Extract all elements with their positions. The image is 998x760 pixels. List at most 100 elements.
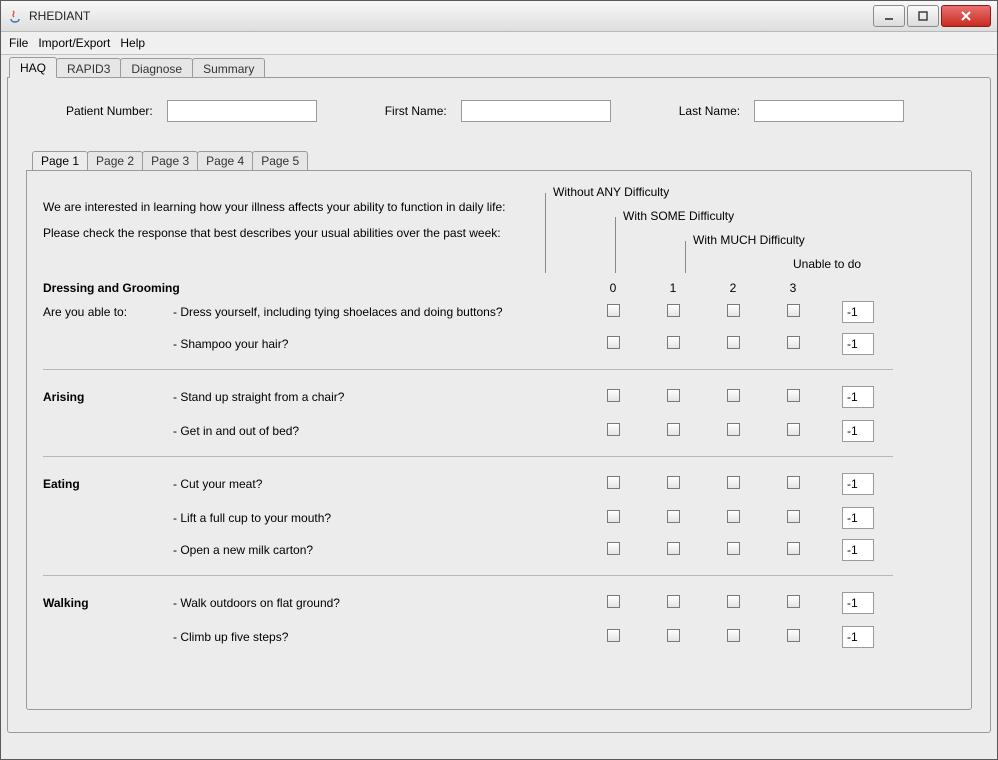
walking-q2-cb1[interactable] (667, 629, 680, 642)
walking-q2-cb2[interactable] (727, 629, 740, 642)
dressing-q1-cb0[interactable] (607, 304, 620, 317)
walking-q1-cb2[interactable] (727, 595, 740, 608)
intro-line-2: Please check the response that best desc… (43, 226, 575, 240)
patient-number-input[interactable] (167, 100, 317, 122)
client-area: HAQ RAPID3 Diagnose Summary Patient Numb… (7, 55, 991, 753)
arising-q1: - Stand up straight from a chair? (173, 390, 583, 404)
eating-q2: - Lift a full cup to your mouth? (173, 511, 583, 525)
col-header-0: 0 (583, 281, 643, 295)
menu-file[interactable]: File (9, 36, 28, 50)
eating-q1: - Cut your meat? (173, 477, 583, 491)
page-1-pane: We are interested in learning how your i… (26, 170, 972, 710)
eating-q3-cb0[interactable] (607, 542, 620, 555)
java-icon (7, 8, 23, 24)
tab-summary[interactable]: Summary (192, 58, 265, 78)
window-title: RHEDIANT (29, 9, 871, 23)
last-name-label: Last Name: (679, 104, 740, 118)
arising-q1-cb3[interactable] (787, 389, 800, 402)
maximize-button[interactable] (907, 5, 939, 27)
eating-q2-cb2[interactable] (727, 510, 740, 523)
dressing-q2-cb0[interactable] (607, 336, 620, 349)
eating-q3: - Open a new milk carton? (173, 543, 583, 557)
close-button[interactable] (941, 5, 991, 27)
tab-page-1[interactable]: Page 1 (32, 151, 88, 171)
difficulty-header: Without ANY Difficulty With SOME Difficu… (583, 185, 893, 265)
tab-page-4[interactable]: Page 4 (197, 151, 253, 171)
patient-row: Patient Number: First Name: Last Name: (26, 90, 972, 132)
menubar: File Import/Export Help (1, 32, 997, 55)
diff-with-some: With SOME Difficulty (623, 209, 734, 223)
minimize-button[interactable] (873, 5, 905, 27)
tab-page-5[interactable]: Page 5 (252, 151, 308, 171)
eating-q1-cb1[interactable] (667, 476, 680, 489)
window-controls (871, 5, 991, 27)
section-dressing-title: Dressing and Grooming (43, 281, 583, 295)
dressing-q2-cb2[interactable] (727, 336, 740, 349)
col-header-1: 1 (643, 281, 703, 295)
dressing-q2-cb1[interactable] (667, 336, 680, 349)
dressing-q1-cb2[interactable] (727, 304, 740, 317)
walking-q1-cb1[interactable] (667, 595, 680, 608)
col-header-2: 2 (703, 281, 763, 295)
diff-unable: Unable to do (793, 257, 861, 271)
arising-q1-cb0[interactable] (607, 389, 620, 402)
dressing-q1-cb3[interactable] (787, 304, 800, 317)
eating-q2-cb1[interactable] (667, 510, 680, 523)
diff-with-much: With MUCH Difficulty (693, 233, 805, 247)
dressing-q1-score[interactable]: -1 (842, 301, 874, 323)
dressing-q1: - Dress yourself, including tying shoela… (173, 305, 583, 319)
tab-page-2[interactable]: Page 2 (87, 151, 143, 171)
dressing-q2: - Shampoo your hair? (173, 337, 583, 351)
walking-q1-cb3[interactable] (787, 595, 800, 608)
arising-q2-cb1[interactable] (667, 423, 680, 436)
main-tabpane: Patient Number: First Name: Last Name: P… (7, 77, 991, 733)
arising-q1-cb1[interactable] (667, 389, 680, 402)
first-name-input[interactable] (461, 100, 611, 122)
menu-help[interactable]: Help (120, 36, 145, 50)
eating-q2-cb0[interactable] (607, 510, 620, 523)
walking-q2-cb3[interactable] (787, 629, 800, 642)
arising-q2-score[interactable]: -1 (842, 420, 874, 442)
dressing-q1-cb1[interactable] (667, 304, 680, 317)
eating-q1-cb2[interactable] (727, 476, 740, 489)
menu-import-export[interactable]: Import/Export (38, 36, 110, 50)
arising-q2-cb2[interactable] (727, 423, 740, 436)
tab-haq[interactable]: HAQ (9, 57, 57, 78)
tab-diagnose[interactable]: Diagnose (120, 58, 193, 78)
tab-page-3[interactable]: Page 3 (142, 151, 198, 171)
last-name-input[interactable] (754, 100, 904, 122)
page-tabstrip: Page 1 Page 2 Page 3 Page 4 Page 5 We ar… (26, 150, 972, 710)
section-arising-title: Arising (43, 390, 173, 404)
main-tabstrip: HAQ RAPID3 Diagnose Summary (7, 55, 991, 77)
arising-q1-score[interactable]: -1 (842, 386, 874, 408)
arising-q1-cb2[interactable] (727, 389, 740, 402)
walking-q1-cb0[interactable] (607, 595, 620, 608)
eating-q3-cb1[interactable] (667, 542, 680, 555)
eating-q3-cb2[interactable] (727, 542, 740, 555)
dressing-q2-score[interactable]: -1 (842, 333, 874, 355)
app-window: RHEDIANT File Import/Export Help HAQ RAP… (0, 0, 998, 760)
tab-rapid3[interactable]: RAPID3 (56, 58, 121, 78)
eating-q2-score[interactable]: -1 (842, 507, 874, 529)
walking-q1-score[interactable]: -1 (842, 592, 874, 614)
eating-q1-cb0[interactable] (607, 476, 620, 489)
arising-q2: - Get in and out of bed? (173, 424, 583, 438)
section-walking-title: Walking (43, 596, 173, 610)
dressing-q2-cb3[interactable] (787, 336, 800, 349)
diff-without-any: Without ANY Difficulty (553, 185, 669, 199)
eating-q1-cb3[interactable] (787, 476, 800, 489)
arising-q2-cb0[interactable] (607, 423, 620, 436)
section-eating-title: Eating (43, 477, 173, 491)
intro-line-1: We are interested in learning how your i… (43, 200, 575, 214)
eating-q3-cb3[interactable] (787, 542, 800, 555)
patient-number-label: Patient Number: (66, 104, 153, 118)
haq-grid: We are interested in learning how your i… (43, 185, 955, 648)
arising-q2-cb3[interactable] (787, 423, 800, 436)
eating-q3-score[interactable]: -1 (842, 539, 874, 561)
eating-q1-score[interactable]: -1 (842, 473, 874, 495)
walking-q2-score[interactable]: -1 (842, 626, 874, 648)
are-you-able-to: Are you able to: (43, 305, 173, 319)
eating-q2-cb3[interactable] (787, 510, 800, 523)
walking-q2-cb0[interactable] (607, 629, 620, 642)
col-header-3: 3 (763, 281, 823, 295)
